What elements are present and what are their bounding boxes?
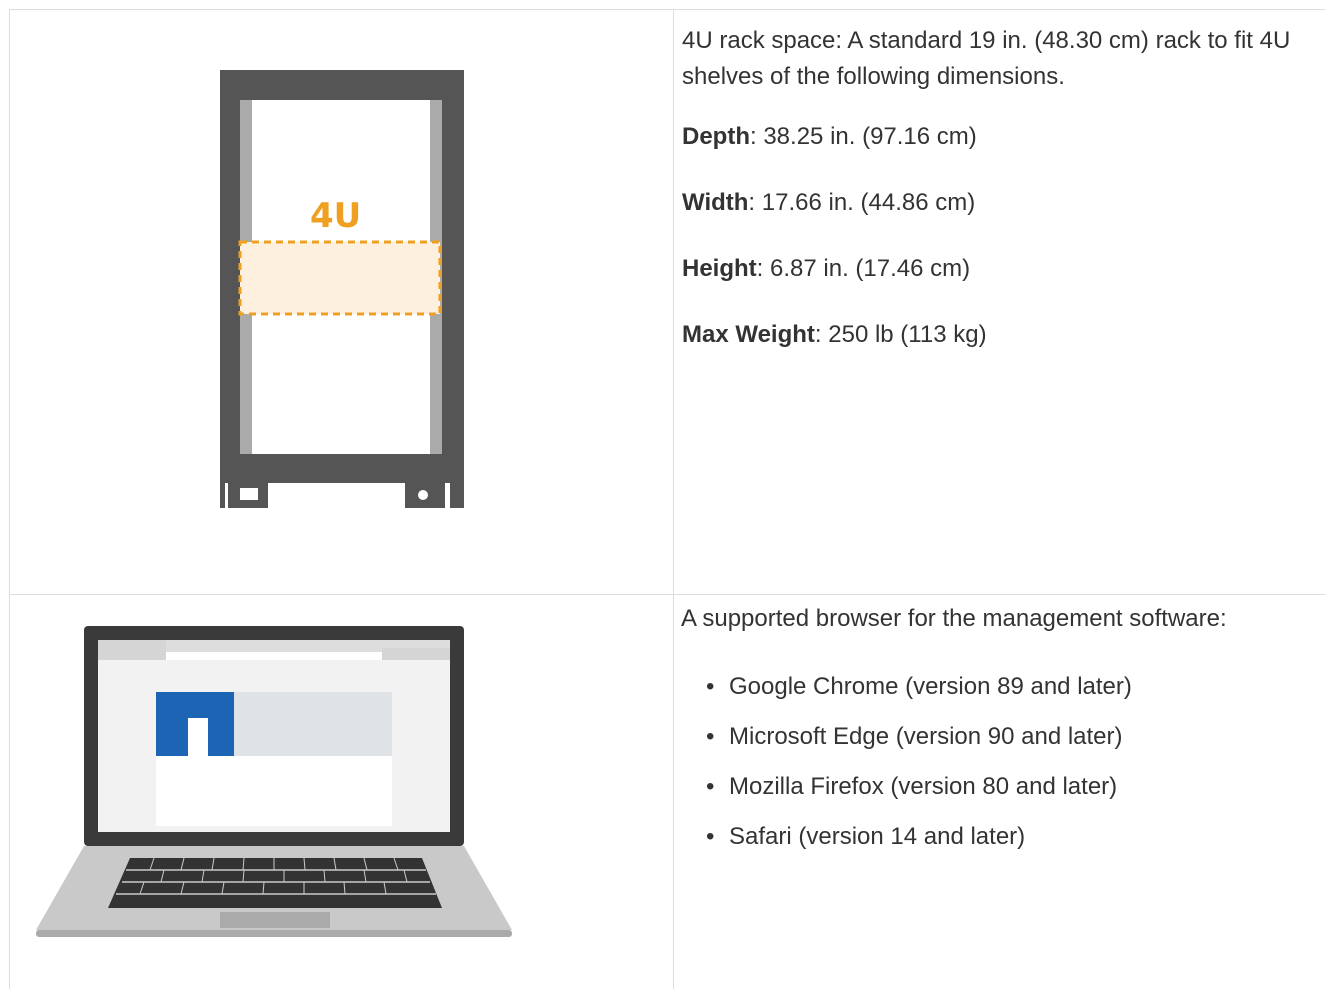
browser-intro: A supported browser for the management s… (681, 601, 1321, 637)
rack-4u-label: 4U (310, 196, 362, 236)
list-item: • Google Chrome (version 89 and later) (681, 669, 1321, 719)
height-label: Height (682, 255, 757, 282)
rack-spec-text: 4U rack space: A standard 19 in. (48.30 … (682, 27, 1322, 95)
column-divider (673, 9, 674, 989)
bullet-icon: • (706, 723, 715, 750)
browser-chrome: Google Chrome (version 89 and later) (729, 673, 1132, 700)
browser-intro-text: A supported browser for the management s… (681, 605, 1227, 632)
list-item: • Safari (version 14 and later) (681, 819, 1321, 869)
list-item: • Mozilla Firefox (version 80 and later) (681, 769, 1321, 819)
width-label: Width (682, 189, 749, 216)
row-divider (9, 594, 1325, 595)
browser-list-items: • Google Chrome (version 89 and later) • M… (681, 669, 1321, 869)
max-weight-spec: Max Weight: 250 lb (113 kg) (682, 317, 987, 353)
browser-firefox: Mozilla Firefox (version 80 and later) (729, 773, 1118, 800)
bullet-icon: • (706, 773, 715, 800)
browser-safari: Safari (version 14 and later) (729, 823, 1026, 850)
bullet-icon: • (706, 823, 715, 850)
rack-illustration: 4U (218, 68, 466, 510)
laptop-icon (36, 626, 512, 937)
table-top-border (9, 9, 1325, 10)
height-value: : 6.87 in. (17.46 cm) (756, 255, 971, 282)
width-value: : 17.66 in. (44.86 cm) (748, 189, 976, 216)
max-weight-label: Max Weight (682, 321, 815, 348)
rack-icon (220, 70, 464, 508)
depth-spec: Depth: 38.25 in. (97.16 cm) (682, 119, 977, 155)
depth-value: : 38.25 in. (97.16 cm) (750, 123, 977, 150)
browser-edge: Microsoft Edge (version 90 and later) (729, 723, 1123, 750)
height-spec: Height: 6.87 in. (17.46 cm) (682, 251, 970, 287)
max-weight-value: : 250 lb (113 kg) (814, 321, 987, 348)
depth-label: Depth (682, 123, 750, 150)
width-spec: Width: 17.66 in. (44.86 cm) (682, 185, 975, 221)
table-left-border (9, 9, 10, 989)
laptop-illustration (34, 626, 514, 938)
browser-list: • Google Chrome (version 89 and later) • M… (681, 669, 1321, 869)
bullet-icon: • (706, 673, 715, 700)
list-item: • Microsoft Edge (version 90 and later) (681, 719, 1321, 769)
rack-intro: 4U rack space: A standard 19 in. (48.30 … (682, 27, 1291, 90)
